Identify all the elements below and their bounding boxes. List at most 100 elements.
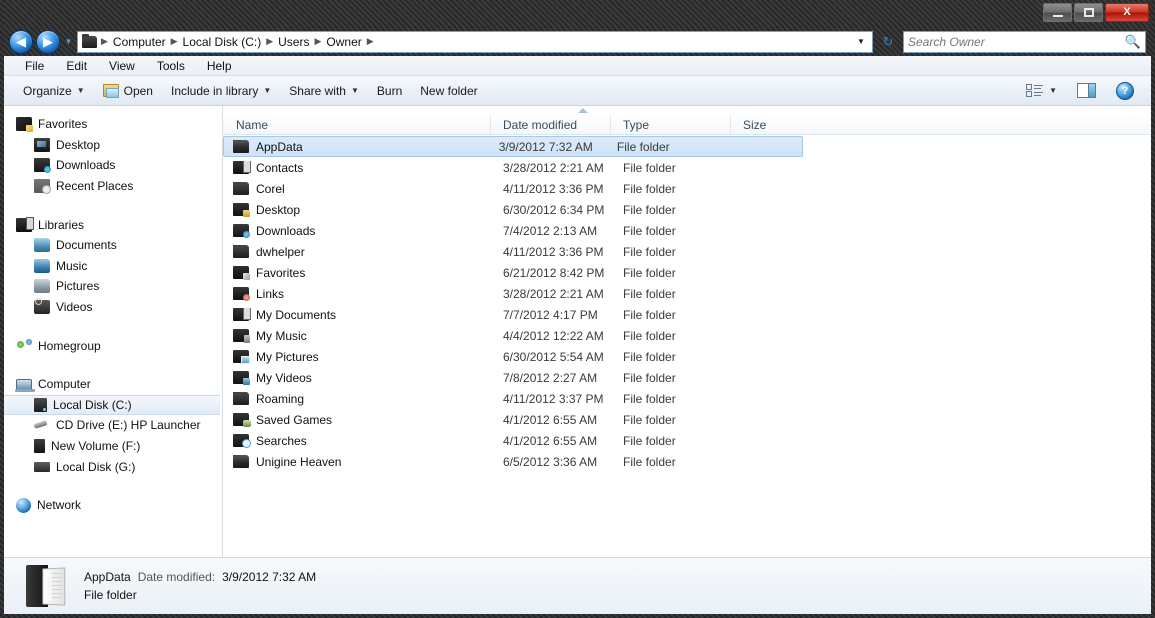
table-row[interactable]: Searches 4/1/2012 6:55 AM File folder — [223, 430, 1151, 451]
sidebar-label: Recent Places — [56, 179, 134, 194]
maximize-button[interactable] — [1074, 3, 1103, 22]
breadcrumb-dropdown-icon[interactable]: ▼ — [852, 37, 870, 46]
breadcrumb-item-local-disk-c[interactable]: Local Disk (C:) — [180, 35, 265, 49]
minimize-button[interactable] — [1043, 3, 1072, 22]
menu-item-help[interactable]: Help — [196, 58, 243, 74]
forward-button[interactable]: ▶ — [36, 29, 60, 54]
hard-disk-icon — [34, 461, 50, 472]
folder-games-icon — [233, 413, 251, 427]
breadcrumb-item-owner[interactable]: Owner — [323, 35, 364, 49]
preview-pane-button[interactable] — [1068, 79, 1105, 102]
cell-name: dwhelper — [224, 244, 491, 259]
organize-button[interactable]: Organize ▼ — [14, 80, 94, 102]
cell-date-modified: 7/7/2012 4:17 PM — [503, 307, 598, 322]
menu-item-file[interactable]: File — [14, 58, 55, 74]
help-button[interactable]: ? — [1107, 78, 1143, 104]
table-row[interactable]: Roaming 4/11/2012 3:37 PM File folder — [223, 388, 1151, 409]
new-folder-button[interactable]: New folder — [411, 80, 486, 102]
breadcrumb[interactable]: ▶ Computer ▶ Local Disk (C:) ▶ Users ▶ O… — [77, 30, 873, 53]
column-header-date-modified[interactable]: Date modified — [490, 115, 610, 134]
sort-ascending-icon — [578, 108, 588, 113]
table-row[interactable]: Saved Games 4/1/2012 6:55 AM File folder — [223, 409, 1151, 430]
volume-icon — [34, 439, 45, 454]
sort-indicator-strip — [223, 106, 1151, 115]
burn-button[interactable]: Burn — [368, 80, 411, 102]
sidebar-item-videos[interactable]: Videos — [4, 297, 222, 318]
computer-icon — [15, 378, 35, 392]
back-button[interactable]: ◀ — [9, 29, 33, 54]
sidebar-item-local-disk-g[interactable]: Local Disk (G:) — [4, 456, 222, 477]
cell-name: Links — [224, 287, 491, 301]
table-row[interactable]: AppData 3/9/2012 7:32 AM File folder — [223, 136, 803, 157]
sidebar-item-cd-drive-e[interactable]: CD Drive (E:) HP Launcher — [4, 415, 222, 436]
search-input[interactable] — [908, 34, 1125, 49]
table-row[interactable]: Contacts 3/28/2012 2:21 AM File folder — [223, 157, 1151, 178]
maximize-icon — [1083, 8, 1094, 17]
refresh-button[interactable]: ↻ — [876, 30, 900, 54]
cell-name: Desktop — [224, 203, 491, 217]
sidebar-item-recent-places[interactable]: Recent Places — [4, 176, 222, 197]
open-button[interactable]: Open — [94, 80, 162, 102]
cell-date-modified: 4/11/2012 3:37 PM — [503, 391, 604, 406]
column-header-size[interactable]: Size — [730, 115, 810, 134]
burn-label: Burn — [376, 83, 403, 98]
close-button[interactable]: X — [1105, 3, 1149, 22]
history-dropdown-button[interactable]: ▼ — [63, 30, 74, 54]
folder-links-icon — [233, 287, 250, 301]
cell-name: My Documents — [224, 307, 491, 322]
cell-type: File folder — [616, 139, 670, 154]
sidebar-item-downloads[interactable]: Downloads — [4, 155, 222, 176]
menu-item-view[interactable]: View — [98, 58, 146, 74]
share-with-button[interactable]: Share with ▼ — [280, 80, 368, 102]
table-row[interactable]: Downloads 7/4/2012 2:13 AM File folder — [223, 220, 1151, 241]
column-header-type[interactable]: Type — [610, 115, 730, 134]
change-view-button[interactable]: ▼ — [1017, 79, 1066, 102]
table-row[interactable]: My Pictures 6/30/2012 5:54 AM File folder — [223, 346, 1151, 367]
table-row[interactable]: dwhelper 4/11/2012 3:36 PM File folder — [223, 241, 1151, 262]
folder-favorites-icon — [233, 266, 250, 280]
cell-name: Downloads — [224, 224, 491, 238]
table-row[interactable]: Corel 4/11/2012 3:36 PM File folder — [223, 178, 1151, 199]
sidebar-label: Network — [37, 498, 82, 513]
sidebar-label: Local Disk (C:) — [53, 397, 132, 412]
sidebar-label: Homegroup — [38, 338, 101, 353]
menu-item-tools[interactable]: Tools — [146, 58, 196, 74]
sidebar-item-network[interactable]: Network — [4, 495, 222, 516]
sidebar-item-music[interactable]: Music — [4, 256, 222, 277]
table-row[interactable]: Links 3/28/2012 2:21 AM File folder — [223, 283, 1151, 304]
sidebar-item-libraries[interactable]: Libraries — [4, 214, 222, 235]
cell-date-modified: 4/11/2012 3:36 PM — [503, 181, 604, 196]
sidebar-label: Libraries — [38, 217, 85, 232]
table-row[interactable]: Desktop 6/30/2012 6:34 PM File folder — [223, 199, 1151, 220]
search-box[interactable]: 🔍 — [903, 30, 1146, 53]
downloads-icon — [34, 158, 51, 174]
sidebar-item-documents[interactable]: Documents — [4, 235, 222, 256]
include-in-library-button[interactable]: Include in library ▼ — [162, 80, 280, 102]
folder-large-icon — [26, 565, 66, 607]
table-row[interactable]: My Documents 7/7/2012 4:17 PM File folder — [223, 304, 1151, 325]
sidebar-item-pictures[interactable]: Pictures — [4, 276, 222, 297]
file-name-label: AppData — [256, 139, 303, 154]
sidebar-item-computer[interactable]: Computer — [4, 374, 222, 395]
cell-date-modified: 6/30/2012 6:34 PM — [503, 202, 605, 217]
file-name-label: My Documents — [256, 307, 337, 322]
details-date-value: 3/9/2012 7:32 AM — [222, 570, 317, 584]
table-row[interactable]: Favorites 6/21/2012 8:42 PM File folder — [223, 262, 1151, 283]
sidebar-item-local-disk-c[interactable]: Local Disk (C:) — [4, 394, 220, 416]
folder-downloads-icon — [233, 224, 250, 238]
breadcrumb-item-users[interactable]: Users — [275, 35, 312, 49]
menu-item-edit[interactable]: Edit — [55, 58, 98, 74]
table-row[interactable]: Unigine Heaven 6/5/2012 3:36 AM File folde… — [223, 451, 1151, 472]
table-row[interactable]: My Videos 7/8/2012 2:27 AM File folder — [223, 367, 1151, 388]
details-pane: AppData Date modified: 3/9/2012 7:32 AM … — [4, 557, 1151, 614]
sidebar-item-desktop[interactable]: Desktop — [4, 135, 222, 156]
sidebar-item-new-volume-f[interactable]: New Volume (F:) — [4, 436, 222, 457]
sidebar-item-favorites[interactable]: Favorites — [4, 114, 222, 135]
sidebar-label: Local Disk (G:) — [56, 459, 136, 474]
column-header-name[interactable]: Name — [223, 115, 490, 134]
sidebar-item-homegroup[interactable]: Homegroup — [4, 335, 222, 356]
table-row[interactable]: My Music 4/4/2012 12:22 AM File folder — [223, 325, 1151, 346]
libraries-icon — [16, 216, 34, 232]
breadcrumb-item-computer[interactable]: Computer — [110, 35, 169, 49]
